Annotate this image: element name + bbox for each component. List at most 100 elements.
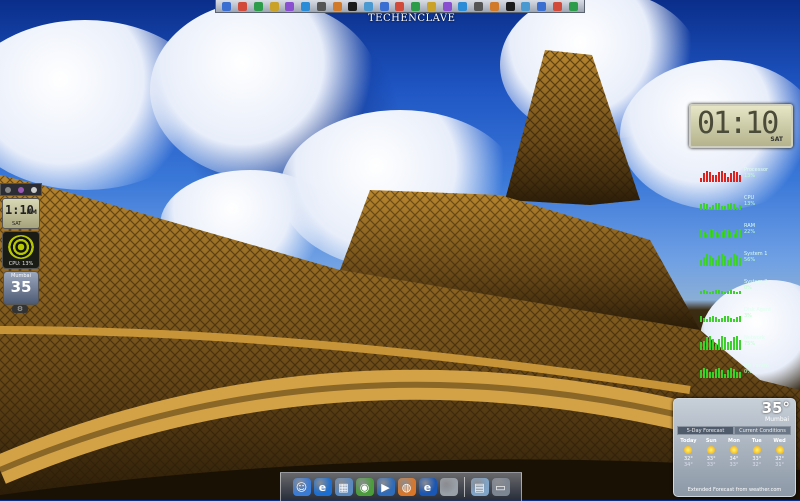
meter-graph xyxy=(700,274,741,294)
mail-icon[interactable] xyxy=(238,1,248,11)
meter-network[interactable]: Network 75% xyxy=(700,328,800,354)
settings-icon[interactable] xyxy=(537,1,547,11)
meter-graph xyxy=(700,358,741,378)
calendar-icon[interactable] xyxy=(395,1,405,11)
dock-separator xyxy=(463,477,465,497)
sun-icon xyxy=(684,446,693,454)
menu-dot-icon[interactable] xyxy=(31,186,38,193)
folder-icon[interactable] xyxy=(269,1,279,11)
settings-dot-icon[interactable] xyxy=(4,186,11,193)
download-icon[interactable] xyxy=(474,1,484,11)
meter-graph xyxy=(700,246,741,266)
cpu-meter-widget[interactable]: CPU: 13% xyxy=(2,231,40,269)
meter-value: 3% xyxy=(744,313,752,319)
left-clock-widget[interactable]: 1:10 PM SAT xyxy=(2,198,40,229)
forecast-day: Wed 32° 31° xyxy=(768,438,791,468)
meter-disk-agent[interactable]: Disk Agent 3% xyxy=(700,300,800,326)
meter-processor[interactable]: Processor 13% xyxy=(700,160,800,186)
day-name: Wed xyxy=(773,438,786,444)
weather-temp: 35° xyxy=(761,399,790,417)
weather-widget[interactable]: 35° Mumbai 5-Day Forecast Current Condit… xyxy=(673,398,796,497)
dock-internet-explorer-icon[interactable]: e xyxy=(313,478,332,496)
meter-system-2[interactable]: System 2 0% xyxy=(700,272,800,298)
left-clock-day: SAT xyxy=(12,221,22,227)
dock-apple-icon[interactable] xyxy=(439,478,458,496)
weather-footer-link[interactable]: Extended Forecast from weather.com xyxy=(674,487,795,493)
dock-ie-alt-icon[interactable]: e xyxy=(418,478,437,496)
globe-icon[interactable] xyxy=(521,1,531,11)
dock-media-center-icon[interactable]: ◉ xyxy=(355,478,374,496)
close-icon[interactable] xyxy=(568,1,578,11)
meter-graph xyxy=(700,162,741,182)
forecast-days: Today 32° 34° Sun 33° 33° Mon 34° 33° Tue 33° 32° We… xyxy=(677,438,791,468)
meter-graph xyxy=(700,218,741,238)
volume-icon[interactable] xyxy=(348,1,358,11)
meter-graph xyxy=(700,330,741,350)
forecast-day: Sun 33° 33° xyxy=(700,438,723,468)
network-icon[interactable] xyxy=(332,1,342,11)
battery-icon[interactable] xyxy=(379,1,389,11)
left-clock-ampm: PM xyxy=(26,209,37,216)
dock-documents-icon[interactable]: ▤ xyxy=(470,478,489,496)
shield-icon[interactable] xyxy=(316,1,326,11)
left-widget-panel: 1:10 PM SAT CPU: 13% Mumbai 35 ⚙ xyxy=(0,183,42,313)
day-low: 34° xyxy=(683,462,693,468)
mail2-icon[interactable] xyxy=(552,1,562,11)
top-menubar xyxy=(215,0,585,13)
dock-finder-icon[interactable]: ☺ xyxy=(292,478,311,496)
brand-text: TECHENCLAVE xyxy=(368,13,456,24)
right-clock-day: SAT xyxy=(770,136,783,143)
tab-forecast[interactable]: 5-Day Forecast xyxy=(677,426,734,435)
system-meters: Processor 13% CPU 13% RAM 22% System 1 56% Syste… xyxy=(700,160,800,400)
refresh-icon[interactable] xyxy=(505,1,515,11)
itunes-icon[interactable] xyxy=(285,1,295,11)
app-icon[interactable] xyxy=(489,1,499,11)
tab-current-conditions[interactable]: Current Conditions xyxy=(734,426,791,435)
sun-icon xyxy=(775,446,784,454)
weather-tabs: 5-Day Forecast Current Conditions xyxy=(677,426,791,435)
dock-picture-viewer-icon[interactable]: ▦ xyxy=(334,478,353,496)
messenger-icon[interactable] xyxy=(411,1,421,11)
safari-icon[interactable] xyxy=(253,1,263,11)
meter-value: 13% xyxy=(744,201,756,207)
cpu-radar-icon xyxy=(8,235,34,259)
forecast-day: Mon 34° 33° xyxy=(723,438,746,468)
chat-icon[interactable] xyxy=(426,1,436,11)
dock: ☺ e ▦ ◉ ▶ ◍ e ▤ ▭ xyxy=(280,472,522,501)
weather-city: Mumbai xyxy=(765,416,789,423)
meter-value: 22% xyxy=(744,229,756,235)
meter-value: 56% xyxy=(744,257,756,263)
dock-firefox-icon[interactable]: ◍ xyxy=(397,478,416,496)
meter-graph xyxy=(700,302,741,322)
dock-media-player-icon[interactable]: ▶ xyxy=(376,478,395,496)
music-icon[interactable] xyxy=(458,1,468,11)
widget-toolbar[interactable] xyxy=(0,183,42,196)
forecast-day: Today 32° 34° xyxy=(677,438,700,468)
right-clock-time: 01:10 xyxy=(697,106,779,141)
meter-value: 0% xyxy=(744,369,752,375)
meter-bd-param[interactable]: BD Param 0% xyxy=(700,356,800,382)
day-low: 33° xyxy=(706,462,716,468)
meter-value: 13% xyxy=(744,173,756,179)
right-clock-widget[interactable]: 01:10 SAT xyxy=(689,104,793,148)
dock-trash-icon[interactable]: ▭ xyxy=(491,478,510,496)
left-weather-temp: 35 xyxy=(10,278,32,296)
meter-cpu[interactable]: CPU 13% xyxy=(700,188,800,214)
meter-value: 0% xyxy=(744,285,752,291)
add-dot-icon[interactable] xyxy=(17,186,24,193)
photo-icon[interactable] xyxy=(442,1,452,11)
bluetooth-icon[interactable] xyxy=(301,1,311,11)
gadget-settings-icon[interactable]: ⚙ xyxy=(12,305,28,313)
user-icon[interactable] xyxy=(363,1,373,11)
day-low: 31° xyxy=(775,462,785,468)
meter-value: 75% xyxy=(744,341,756,347)
meter-ram[interactable]: RAM 22% xyxy=(700,216,800,242)
finder-icon[interactable] xyxy=(222,1,232,11)
meter-system-1[interactable]: System 1 56% xyxy=(700,244,800,270)
left-weather-widget[interactable]: Mumbai 35 xyxy=(3,271,39,305)
sun-icon xyxy=(707,446,716,454)
cpu-label: CPU: 13% xyxy=(8,261,34,267)
meter-graph xyxy=(700,190,741,210)
forecast-day: Tue 33° 32° xyxy=(745,438,768,468)
day-name: Mon xyxy=(728,438,740,444)
